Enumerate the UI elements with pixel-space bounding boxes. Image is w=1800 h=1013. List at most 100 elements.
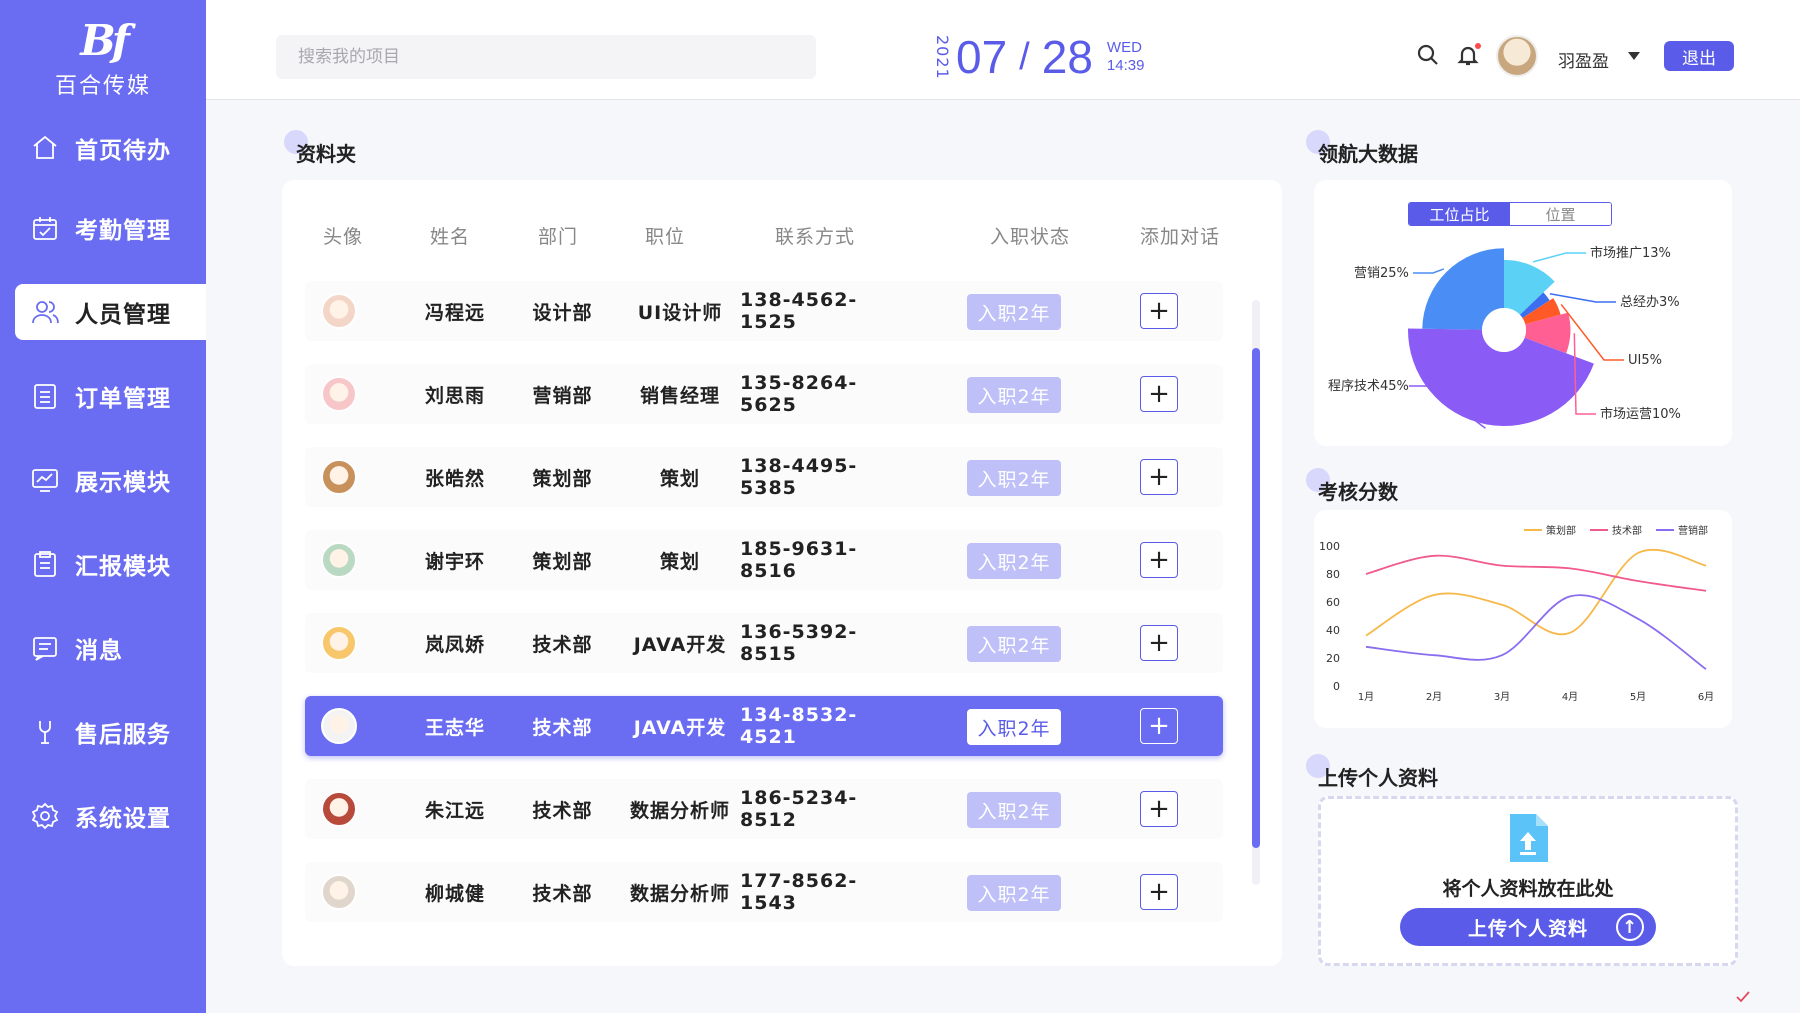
row-position: 策划 xyxy=(659,550,700,573)
sidebar-item-8[interactable]: 系统设置 xyxy=(15,788,206,844)
sidebar-item-7[interactable]: 售后服务 xyxy=(15,704,206,760)
row-dept: 技术部 xyxy=(532,799,593,822)
sidebar-item-5[interactable]: 汇报模块 xyxy=(15,536,206,592)
file-upload-icon xyxy=(1510,814,1548,862)
status-badge: 入职2年 xyxy=(967,875,1061,911)
scrollbar[interactable] xyxy=(1252,300,1260,885)
folder-title: 资料夹 xyxy=(284,130,356,167)
sidebar-item-label: 首页待办 xyxy=(75,138,171,164)
row-dept: 技术部 xyxy=(532,882,593,905)
avatar xyxy=(321,874,357,910)
upload-button[interactable]: 上传个人资料 ↑ xyxy=(1400,908,1656,946)
row-dept: 策划部 xyxy=(532,467,593,490)
pie-center-hole xyxy=(1482,308,1526,352)
row-name: 朱江远 xyxy=(424,799,485,822)
row-phone: 186-5234-8512 xyxy=(740,787,858,831)
pie-leader-line xyxy=(1532,252,1586,263)
add-chat-button[interactable]: + xyxy=(1140,625,1178,661)
legend-label: 策划部 xyxy=(1546,524,1576,537)
row-name: 张皓然 xyxy=(424,467,485,490)
x-tick-label: 2月 xyxy=(1426,691,1442,703)
table-row[interactable]: 谢宇环 策划部 策划 185-9631-8516 入职2年 + xyxy=(305,530,1223,590)
column-header: 联系方式 xyxy=(775,226,856,248)
sidebar-item-3[interactable]: 订单管理 xyxy=(15,368,206,424)
add-chat-button[interactable]: + xyxy=(1140,293,1178,329)
bell-icon[interactable] xyxy=(1456,43,1482,69)
table-row[interactable]: 柳城健 技术部 数据分析师 177-8562-1543 入职2年 + xyxy=(305,862,1223,922)
sidebar-item-label: 考勤管理 xyxy=(75,218,171,244)
sidebar-item-label: 订单管理 xyxy=(75,386,171,412)
table-row[interactable]: 朱江远 技术部 数据分析师 186-5234-8512 入职2年 + xyxy=(305,779,1223,839)
status-badge: 入职2年 xyxy=(967,543,1061,579)
tab-location[interactable]: 位置 xyxy=(1510,203,1611,225)
row-phone: 135-8264-5625 xyxy=(740,372,858,416)
date-month: 07 xyxy=(956,31,1008,83)
search-input[interactable] xyxy=(276,35,816,79)
column-header: 职位 xyxy=(645,226,686,248)
table-row[interactable]: 刘思雨 营销部 销售经理 135-8264-5625 入职2年 + xyxy=(305,364,1223,424)
date-day: 28 xyxy=(1041,31,1093,83)
upload-button-label: 上传个人资料 xyxy=(1467,917,1588,940)
series-line xyxy=(1365,594,1707,670)
table-row[interactable]: 张皓然 策划部 策划 138-4495-5385 入职2年 + xyxy=(305,447,1223,507)
avatar xyxy=(321,625,357,661)
avatar xyxy=(321,459,357,495)
add-chat-button[interactable]: + xyxy=(1140,708,1178,744)
add-chat-button[interactable]: + xyxy=(1140,542,1178,578)
add-chat-button[interactable]: + xyxy=(1140,874,1178,910)
users-icon xyxy=(29,296,61,328)
status-badge: 入职2年 xyxy=(967,626,1061,662)
row-phone: 134-8532-4521 xyxy=(740,704,858,748)
date-year: 2021 xyxy=(933,34,952,80)
row-name: 柳城健 xyxy=(424,882,485,905)
table-row[interactable]: 冯程远 设计部 UI设计师 138-4562-1525 入职2年 + xyxy=(305,281,1223,341)
sidebar-item-4[interactable]: 展示模块 xyxy=(15,452,206,508)
y-tick-label: 0 xyxy=(1333,680,1340,693)
column-header: 头像 xyxy=(323,226,364,248)
sidebar-item-label: 人员管理 xyxy=(75,302,171,328)
sidebar-item-0[interactable]: 首页待办 xyxy=(15,120,206,176)
add-chat-button[interactable]: + xyxy=(1140,791,1178,827)
pie-label: 总经办3% xyxy=(1620,295,1680,310)
sidebar-item-2[interactable]: 人员管理 xyxy=(15,284,206,340)
x-tick-label: 5月 xyxy=(1630,691,1646,703)
row-phone: 138-4495-5385 xyxy=(740,455,858,499)
sidebar-item-6[interactable]: 消息 xyxy=(15,620,206,676)
row-position: 策划 xyxy=(659,467,700,490)
pie-label: 营销25% xyxy=(1354,266,1409,281)
x-tick-label: 4月 xyxy=(1562,691,1578,703)
add-chat-button[interactable]: + xyxy=(1140,459,1178,495)
column-header: 姓名 xyxy=(430,226,471,248)
pie-chart: 营销25% 市场推广13% 总经办3% UI5% 市场运营10% 程序技术45% xyxy=(1328,245,1681,429)
pie-leader-line xyxy=(1549,293,1616,303)
chevron-down-icon[interactable] xyxy=(1628,52,1640,60)
row-dept: 营销部 xyxy=(532,384,593,407)
status-badge: 入职2年 xyxy=(967,460,1061,496)
y-tick-label: 100 xyxy=(1319,540,1340,553)
status-badge: 入职2年 xyxy=(967,294,1061,330)
row-position: JAVA开发 xyxy=(633,716,727,739)
sidebar-item-label: 展示模块 xyxy=(75,470,171,496)
brand-logo: Bf 百合传媒 xyxy=(0,16,206,100)
y-tick-label: 40 xyxy=(1326,624,1340,637)
column-header: 添加对话 xyxy=(1140,226,1221,248)
logo-mark: Bf xyxy=(80,16,130,65)
user-avatar[interactable] xyxy=(1496,35,1538,77)
scrollbar-thumb[interactable] xyxy=(1252,348,1260,848)
add-chat-button[interactable]: + xyxy=(1140,376,1178,412)
row-phone: 185-9631-8516 xyxy=(740,538,858,582)
check-icon xyxy=(1736,991,1750,1003)
top-header: 2021 07 / 28 WED 14:39 羽盈盈 退出 xyxy=(206,0,1800,100)
service-icon xyxy=(29,716,61,748)
row-dept: 技术部 xyxy=(532,716,593,739)
logout-button[interactable]: 退出 xyxy=(1664,41,1734,71)
search-icon[interactable] xyxy=(1416,43,1442,69)
x-tick-label: 3月 xyxy=(1494,691,1510,703)
table-row[interactable]: 王志华 技术部 JAVA开发 134-8532-4521 入职2年 + xyxy=(305,696,1223,756)
tab-station-ratio[interactable]: 工位占比 xyxy=(1409,203,1510,225)
username[interactable]: 羽盈盈 xyxy=(1558,47,1609,72)
sidebar-item-1[interactable]: 考勤管理 xyxy=(15,200,206,256)
table-row[interactable]: 岚凤娇 技术部 JAVA开发 136-5392-8515 入职2年 + xyxy=(305,613,1223,673)
row-name: 王志华 xyxy=(424,716,485,739)
avatar xyxy=(321,542,357,578)
